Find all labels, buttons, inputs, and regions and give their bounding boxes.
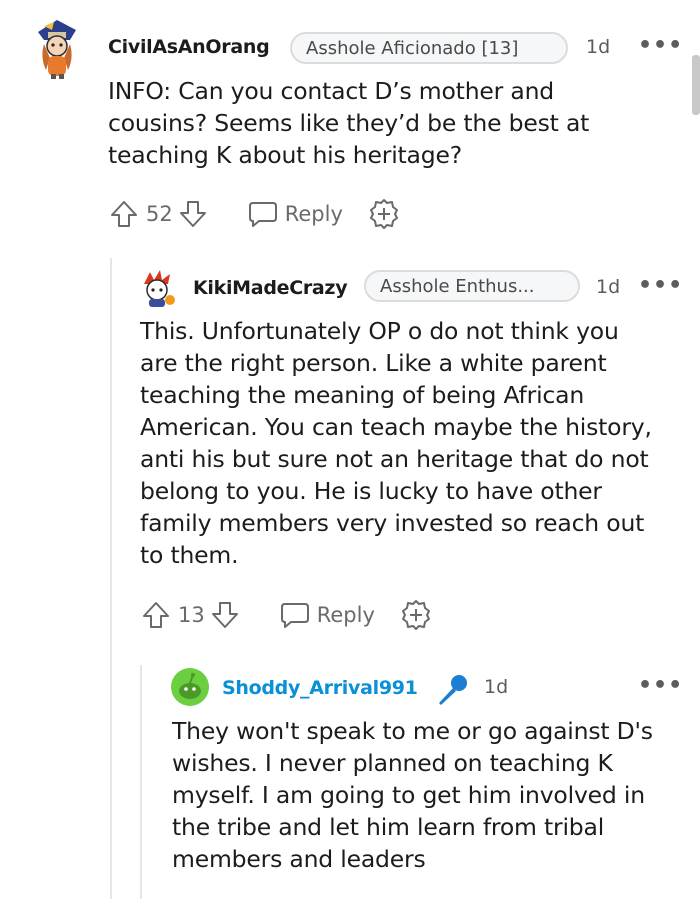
username[interactable]: CivilAsAnOrang — [108, 36, 270, 58]
avatar[interactable] — [140, 270, 176, 308]
reply-label: Reply — [316, 603, 375, 627]
vote-count: 52 — [146, 202, 173, 226]
more-options-button[interactable]: ••• — [638, 33, 683, 58]
comment-line: belong to you. He is lucky to have other — [140, 477, 602, 505]
comment-line: members and leaders — [172, 845, 426, 873]
vote-count: 13 — [178, 603, 205, 627]
username[interactable]: KikiMadeCrazy — [193, 277, 348, 299]
comment-line: wishes. I never planned on teaching K — [172, 749, 613, 777]
vote-bar: 52 Reply — [108, 197, 401, 231]
downvote-icon[interactable] — [209, 599, 241, 631]
upvote-icon[interactable] — [108, 198, 140, 230]
comment-bubble-icon — [279, 600, 311, 630]
award-plus-icon[interactable] — [367, 197, 401, 231]
comment-line: family members very invested so reach ou… — [140, 509, 645, 537]
comment-line: INFO: Can you contact D’s mother and — [108, 77, 554, 105]
comment-line: to them. — [140, 541, 239, 569]
reply-button[interactable]: Reply — [247, 199, 343, 229]
timestamp: 1d — [586, 36, 611, 58]
comment-line: This. Unfortunately OP o do not think yo… — [140, 317, 619, 345]
comment-line: cousins? Seems like they’d be the best a… — [108, 109, 590, 137]
comment-line: American. You can teach maybe the histor… — [140, 413, 652, 441]
comment-body: This. Unfortunately OP o do not think yo… — [140, 315, 695, 571]
comment-bubble-icon — [247, 199, 279, 229]
user-flair: Asshole Aficionado [13] — [290, 32, 568, 64]
reply-label: Reply — [284, 202, 343, 226]
comment-line: myself. I am going to get him involved i… — [172, 781, 645, 809]
comment-line: the tribe and let him learn from tribal — [172, 813, 605, 841]
award-plus-icon[interactable] — [399, 598, 433, 632]
user-flair: Asshole Enthus... — [364, 270, 580, 302]
op-username[interactable]: Shoddy_Arrival991 — [222, 677, 418, 699]
avatar[interactable] — [34, 18, 80, 80]
comment-line: are the right person. Like a white paren… — [140, 349, 607, 377]
comment-line: anti his but sure not an heritage that d… — [140, 445, 649, 473]
comment-3: Shoddy_Arrival991 1d ••• They won't spea… — [0, 660, 700, 899]
more-options-button[interactable]: ••• — [638, 273, 683, 298]
downvote-icon[interactable] — [177, 198, 209, 230]
avatar[interactable] — [170, 667, 210, 707]
comment-line: They won't speak to me or go against D's — [172, 717, 653, 745]
timestamp: 1d — [484, 676, 509, 698]
vote-bar: 13 Reply — [140, 598, 433, 632]
timestamp: 1d — [596, 276, 621, 298]
comment-line: teaching K about his heritage? — [108, 141, 462, 169]
comment-2: KikiMadeCrazy Asshole Enthus... 1d ••• T… — [0, 255, 700, 655]
more-options-button[interactable]: ••• — [638, 673, 683, 698]
comment-line: teaching the meaning of being African — [140, 381, 585, 409]
microphone-icon — [432, 670, 472, 710]
reply-button[interactable]: Reply — [279, 600, 375, 630]
comment-body: They won't speak to me or go against D's… — [172, 715, 692, 875]
upvote-icon[interactable] — [140, 599, 172, 631]
comment-body: INFO: Can you contact D’s mother and cou… — [108, 75, 688, 171]
comment-1: CivilAsAnOrang Asshole Aficionado [13] 1… — [0, 0, 700, 250]
